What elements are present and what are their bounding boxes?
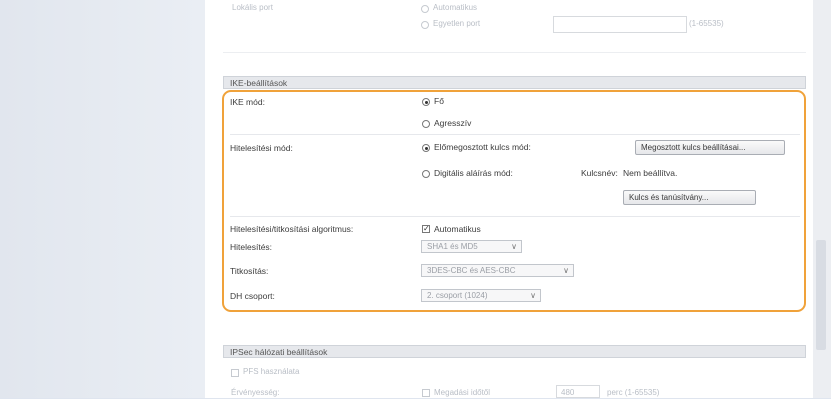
encryption-label: Titkosítás: bbox=[230, 266, 269, 276]
ike-mode-aggressive-label: Agresszív bbox=[434, 118, 472, 128]
auto-algorithm-checkbox[interactable]: ✓ bbox=[422, 225, 430, 233]
pfs-checkbox[interactable] bbox=[231, 369, 239, 377]
auth-method-label: Hitelesítési mód: bbox=[230, 143, 293, 153]
ike-mode-aggressive-radio[interactable] bbox=[422, 120, 430, 128]
key-name-value: Nem beállítva. bbox=[623, 168, 678, 178]
dh-group-select[interactable]: 2. csoport (1024) ∨ bbox=[421, 289, 541, 302]
authentication-label: Hitelesítés: bbox=[230, 242, 273, 252]
pfs-label: PFS használata bbox=[243, 367, 300, 376]
ike-section-title: IKE-beállítások bbox=[230, 78, 288, 88]
chevron-down-icon: ∨ bbox=[511, 242, 517, 251]
validity-time-input[interactable]: 480 bbox=[556, 385, 600, 398]
auto-port-radio[interactable] bbox=[421, 5, 429, 13]
authentication-select[interactable]: SHA1 és MD5 ∨ bbox=[421, 240, 522, 253]
authentication-select-value: SHA1 és MD5 bbox=[427, 242, 478, 251]
digital-signature-label: Digitális aláírás mód: bbox=[434, 168, 513, 178]
time-based-label: Megadási időtől bbox=[434, 388, 491, 397]
time-based-checkbox[interactable] bbox=[422, 389, 430, 397]
divider bbox=[230, 134, 800, 135]
single-port-label: Egyetlen port bbox=[433, 19, 481, 28]
algorithm-label: Hitelesítési/titkosítási algoritmus: bbox=[230, 224, 354, 234]
ipsec-section-title: IPSec hálózati beállítások bbox=[230, 347, 328, 357]
port-range-hint: (1-65535) bbox=[689, 19, 724, 28]
dh-group-select-value: 2. csoport (1024) bbox=[427, 291, 488, 300]
psk-mode-radio[interactable] bbox=[422, 144, 430, 152]
key-name-label: Kulcsnév: bbox=[581, 168, 618, 178]
encryption-select-value: 3DES-CBC és AES-CBC bbox=[427, 266, 516, 275]
ike-section-header: IKE-beállítások bbox=[223, 76, 806, 89]
scrollbar-thumb[interactable] bbox=[816, 240, 826, 350]
single-port-radio[interactable] bbox=[421, 21, 429, 29]
chevron-down-icon: ∨ bbox=[563, 266, 569, 275]
key-and-certificate-button[interactable]: Kulcs és tanúsítvány... bbox=[623, 190, 756, 205]
ike-mode-main-radio[interactable] bbox=[422, 98, 430, 106]
ike-mode-main-label: Fő bbox=[434, 96, 444, 106]
validity-time-range: perc (1-65535) bbox=[607, 388, 660, 397]
local-port-label: Lokális port bbox=[232, 3, 273, 12]
validity-label: Érvényesség: bbox=[231, 388, 280, 397]
auto-port-label: Automatikus bbox=[433, 3, 478, 12]
dh-group-label: DH csoport: bbox=[230, 291, 275, 301]
shared-key-settings-button[interactable]: Megosztott kulcs beállításai... bbox=[635, 140, 785, 155]
auto-algorithm-label: Automatikus bbox=[434, 224, 481, 234]
single-port-input[interactable] bbox=[553, 16, 687, 33]
digital-signature-radio[interactable] bbox=[422, 170, 430, 178]
ike-mode-label: IKE mód: bbox=[230, 97, 265, 107]
chevron-down-icon: ∨ bbox=[530, 291, 536, 300]
ipsec-section-header: IPSec hálózati beállítások bbox=[223, 345, 806, 358]
divider bbox=[223, 52, 806, 53]
left-navigation-panel bbox=[0, 0, 205, 398]
divider bbox=[230, 216, 800, 217]
psk-mode-label: Előmegosztott kulcs mód: bbox=[434, 142, 531, 152]
encryption-select[interactable]: 3DES-CBC és AES-CBC ∨ bbox=[421, 264, 574, 277]
